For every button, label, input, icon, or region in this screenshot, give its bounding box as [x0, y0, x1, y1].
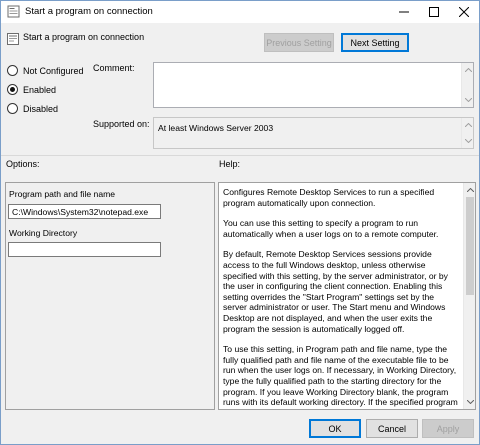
- next-setting-button[interactable]: Next Setting: [341, 33, 409, 52]
- radio-enabled[interactable]: Enabled: [7, 84, 56, 95]
- help-scrollbar-thumb[interactable]: [466, 197, 474, 295]
- help-text: Configures Remote Desktop Services to ru…: [223, 187, 459, 409]
- options-panel: Program path and file name Working Direc…: [5, 182, 215, 410]
- supported-on-label: Supported on:: [93, 119, 150, 129]
- cancel-button[interactable]: Cancel: [366, 419, 418, 438]
- help-section-label: Help:: [219, 159, 241, 169]
- supported-on-value: At least Windows Server 2003: [158, 123, 274, 133]
- comment-scrollbar[interactable]: [461, 63, 473, 107]
- help-paragraph: Configures Remote Desktop Services to ru…: [223, 187, 435, 208]
- scroll-up-arrow-icon[interactable]: [464, 184, 476, 196]
- scroll-up-arrow-icon[interactable]: [462, 119, 474, 131]
- help-paragraph: By default, Remote Desktop Services sess…: [223, 249, 448, 334]
- comment-textarea[interactable]: [153, 62, 474, 108]
- setting-icon: [7, 33, 19, 45]
- close-button[interactable]: [449, 1, 479, 23]
- radio-circle[interactable]: [7, 65, 18, 76]
- radio-disabled[interactable]: Disabled: [7, 103, 58, 114]
- minimize-button[interactable]: [389, 1, 419, 23]
- radio-not-configured[interactable]: Not Configured: [7, 65, 84, 76]
- title-bar[interactable]: Start a program on connection: [1, 1, 479, 23]
- ok-button[interactable]: OK: [309, 419, 361, 438]
- policy-dialog-window: Start a program on connection Start a pr…: [0, 0, 480, 445]
- minimize-icon: [399, 11, 409, 13]
- divider: [1, 155, 479, 156]
- maximize-icon: [429, 7, 439, 17]
- radio-circle[interactable]: [7, 84, 18, 95]
- help-panel: Configures Remote Desktop Services to ru…: [218, 182, 476, 410]
- radio-label: Not Configured: [23, 65, 84, 76]
- radio-label: Enabled: [23, 84, 57, 95]
- scroll-down-arrow-icon[interactable]: [462, 94, 474, 106]
- scroll-up-arrow-icon[interactable]: [462, 64, 474, 76]
- working-directory-input[interactable]: [8, 242, 161, 257]
- scroll-down-arrow-icon[interactable]: [462, 135, 474, 147]
- radio-circle[interactable]: [7, 103, 18, 114]
- comment-label: Comment:: [93, 63, 135, 73]
- options-section-label: Options:: [6, 159, 40, 169]
- help-scrollbar[interactable]: [463, 183, 475, 409]
- working-directory-label: Working Directory: [9, 228, 78, 238]
- maximize-button[interactable]: [419, 1, 449, 23]
- close-icon: [459, 7, 469, 17]
- help-paragraph: To use this setting, in Program path and…: [223, 344, 458, 409]
- scroll-down-arrow-icon[interactable]: [464, 396, 476, 408]
- previous-setting-button[interactable]: Previous Setting: [264, 33, 334, 52]
- help-paragraph: You can use this setting to specify a pr…: [223, 218, 439, 239]
- window-title: Start a program on connection: [25, 6, 153, 17]
- program-path-input[interactable]: [8, 204, 161, 219]
- supported-scrollbar[interactable]: [461, 118, 473, 148]
- program-path-label: Program path and file name: [9, 189, 116, 199]
- supported-on-box: At least Windows Server 2003: [153, 117, 474, 149]
- radio-label: Disabled: [23, 103, 59, 114]
- policy-app-icon: [7, 5, 20, 18]
- setting-name: Start a program on connection: [23, 32, 145, 42]
- apply-button[interactable]: Apply: [422, 419, 474, 438]
